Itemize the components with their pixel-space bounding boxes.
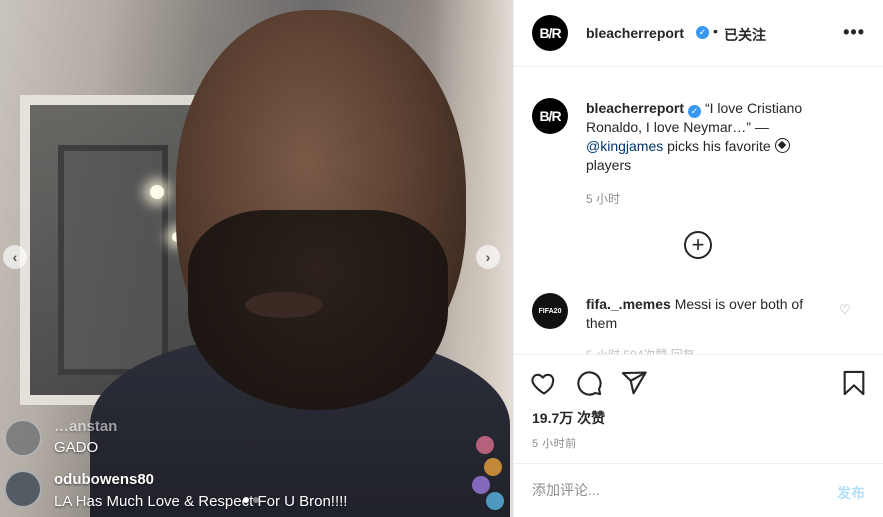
live-comment: …anstan GADO <box>0 415 460 465</box>
post-actions: 19.7万 次赞 5 小时前 发布 <box>514 354 883 517</box>
caption-mention-link[interactable]: @kingjames <box>586 138 663 154</box>
add-comment-row: 发布 <box>514 463 883 517</box>
background-light <box>150 185 164 199</box>
load-more-comments-button[interactable]: + <box>684 231 712 259</box>
bookmark-icon[interactable] <box>840 369 868 397</box>
live-comment-message: GADO <box>54 439 99 456</box>
post-comment-button[interactable]: 发布 <box>837 483 865 503</box>
chevron-right-icon: › <box>485 249 491 265</box>
account-username-link[interactable]: bleacherreport <box>586 25 684 41</box>
live-comment-avatar <box>4 419 42 457</box>
post-time-ago: 5 小时前 <box>532 438 577 450</box>
carousel-prev-button[interactable]: ‹ <box>3 245 27 269</box>
soccer-ball-icon <box>774 138 790 153</box>
share-paper-plane-icon[interactable] <box>620 369 648 397</box>
live-comment-avatar <box>4 470 42 508</box>
commenter-username[interactable]: fifa._.memes <box>586 296 671 312</box>
commenter-avatar-text: FIFA20 <box>538 307 562 315</box>
plus-circle-icon: + <box>691 232 705 257</box>
comment-like-heart-icon[interactable]: ♡ <box>839 302 851 318</box>
caption-text: bleacherreport ✓ “I love Cristiano Ronald… <box>586 99 831 175</box>
post-side-panel: B/R bleacherreport ✓ • 已关注 ••• B/R bleac… <box>513 0 883 517</box>
caption-avatar[interactable]: B/R <box>532 98 568 134</box>
like-heart-icon[interactable] <box>530 369 558 397</box>
like-count[interactable]: 19.7万 次赞 <box>532 408 605 428</box>
comment-meta: 5 小时 504次赞 回复 <box>586 346 695 354</box>
person-mouth <box>245 292 323 318</box>
more-options-icon[interactable]: ••• <box>843 22 865 43</box>
verified-badge-icon: ✓ <box>688 105 702 118</box>
account-avatar[interactable]: B/R <box>532 15 568 51</box>
avatar-logo-text: B/R <box>539 108 561 124</box>
carousel-dot <box>253 497 259 503</box>
add-comment-input[interactable] <box>532 482 822 498</box>
live-reaction-hearts <box>466 430 510 515</box>
live-comment: odubowens80 LA Has Much Love & Respect F… <box>0 470 470 516</box>
caption-body-cont: picks his favorite <box>667 138 771 154</box>
carousel-dots <box>243 497 259 503</box>
comment-text: fifa._.memes Messi is over both of them <box>586 295 831 333</box>
carousel-next-button[interactable]: › <box>476 245 500 269</box>
verified-badge-icon: ✓ <box>696 26 709 39</box>
live-comment-message: LA Has Much Love & Respect For U Bron!!!… <box>54 493 348 510</box>
post-media[interactable]: …anstan GADO odubowens80 LA Has Much Lov… <box>0 0 513 517</box>
caption-username[interactable]: bleacherreport <box>586 100 684 116</box>
live-comment-username: odubowens80 <box>54 471 155 488</box>
avatar-logo-text: B/R <box>539 25 561 41</box>
chevron-left-icon: ‹ <box>12 249 18 265</box>
following-button[interactable]: 已关注 <box>724 25 766 45</box>
post-header: B/R bleacherreport ✓ • 已关注 ••• <box>514 0 883 67</box>
caption-body-end: players <box>586 157 632 173</box>
commenter-avatar[interactable]: FIFA20 <box>532 293 568 329</box>
live-comment-username: …anstan <box>54 418 118 435</box>
carousel-dot-active <box>243 497 249 503</box>
header-separator: • <box>713 23 718 39</box>
comment-bubble-icon[interactable] <box>575 369 603 397</box>
caption-timestamp: 5 小时 <box>586 192 621 206</box>
